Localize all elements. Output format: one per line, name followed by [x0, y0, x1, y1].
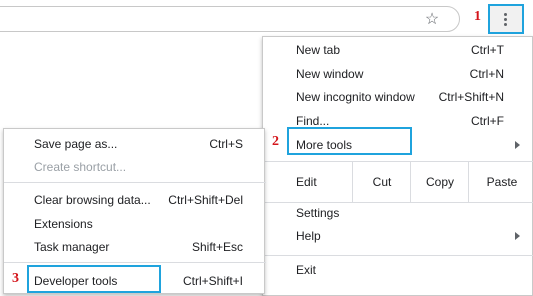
edit-label: Edit	[296, 175, 317, 189]
exit-label: Exit	[296, 263, 317, 277]
clear-browsing-shortcut: Ctrl+Shift+Del	[168, 193, 243, 207]
new-window-shortcut: Ctrl+N	[469, 67, 504, 81]
chrome-menu-button[interactable]	[488, 4, 524, 34]
edit-row: Edit Cut Copy Paste	[263, 162, 533, 202]
step-number-1: 1	[474, 9, 481, 24]
task-manager-label: Task manager	[34, 240, 110, 254]
new-incognito-shortcut: Ctrl+Shift+N	[438, 90, 504, 104]
step-number-3: 3	[12, 271, 19, 286]
menu-item-exit[interactable]: Exit	[263, 259, 533, 281]
menu-item-extensions[interactable]: Extensions	[4, 213, 266, 235]
menu-item-new-tab[interactable]: New tab Ctrl+T	[263, 39, 533, 61]
menu-item-settings[interactable]: Settings	[263, 202, 533, 224]
menu-item-clear-browsing-data[interactable]: Clear browsing data... Ctrl+Shift+Del	[4, 189, 266, 211]
step-number-2: 2	[272, 134, 279, 149]
star-outline-icon[interactable]: ☆	[423, 10, 441, 28]
help-label: Help	[296, 229, 321, 243]
developer-tools-highlight	[27, 265, 161, 293]
find-shortcut: Ctrl+F	[471, 114, 504, 128]
new-window-label: New window	[296, 67, 364, 81]
menu-item-task-manager[interactable]: Task manager Shift+Esc	[4, 236, 266, 258]
menu-item-help[interactable]: Help	[263, 225, 533, 247]
settings-label: Settings	[296, 206, 340, 220]
menu-item-create-shortcut: Create shortcut...	[4, 156, 266, 178]
separator	[263, 255, 533, 256]
find-label: Find...	[296, 114, 330, 128]
extensions-label: Extensions	[34, 217, 93, 231]
more-tools-highlight	[287, 127, 412, 155]
cut-label: Cut	[372, 175, 392, 189]
menu-item-new-window[interactable]: New window Ctrl+N	[263, 63, 533, 85]
submenu-arrow-icon	[515, 232, 520, 240]
save-page-label: Save page as...	[34, 137, 118, 151]
three-dots-vertical-icon	[504, 12, 508, 26]
copy-button[interactable]: Copy	[410, 162, 469, 202]
paste-label: Paste	[486, 175, 518, 189]
more-tools-submenu: Save page as... Ctrl+S Create shortcut..…	[3, 128, 266, 294]
browser-toolbar: ☆ 1	[0, 0, 533, 38]
cut-button[interactable]: Cut	[352, 162, 411, 202]
developer-tools-shortcut: Ctrl+Shift+I	[182, 274, 243, 288]
paste-button[interactable]: Paste	[468, 162, 533, 202]
new-incognito-label: New incognito window	[296, 90, 415, 104]
save-page-shortcut: Ctrl+S	[209, 137, 243, 151]
clear-browsing-label: Clear browsing data...	[34, 193, 151, 207]
menu-item-save-page-as[interactable]: Save page as... Ctrl+S	[4, 133, 266, 155]
create-shortcut-label: Create shortcut...	[34, 160, 127, 174]
chrome-main-menu: New tab Ctrl+T New window Ctrl+N New inc…	[262, 36, 533, 296]
new-tab-label: New tab	[296, 43, 341, 57]
separator	[4, 182, 266, 183]
menu-item-new-incognito-window[interactable]: New incognito window Ctrl+Shift+N	[263, 86, 533, 108]
submenu-arrow-icon	[515, 141, 520, 149]
task-manager-shortcut: Shift+Esc	[191, 240, 243, 254]
new-tab-shortcut: Ctrl+T	[471, 43, 504, 57]
address-bar[interactable]	[0, 6, 460, 32]
separator	[4, 262, 266, 263]
copy-label: Copy	[425, 175, 454, 189]
